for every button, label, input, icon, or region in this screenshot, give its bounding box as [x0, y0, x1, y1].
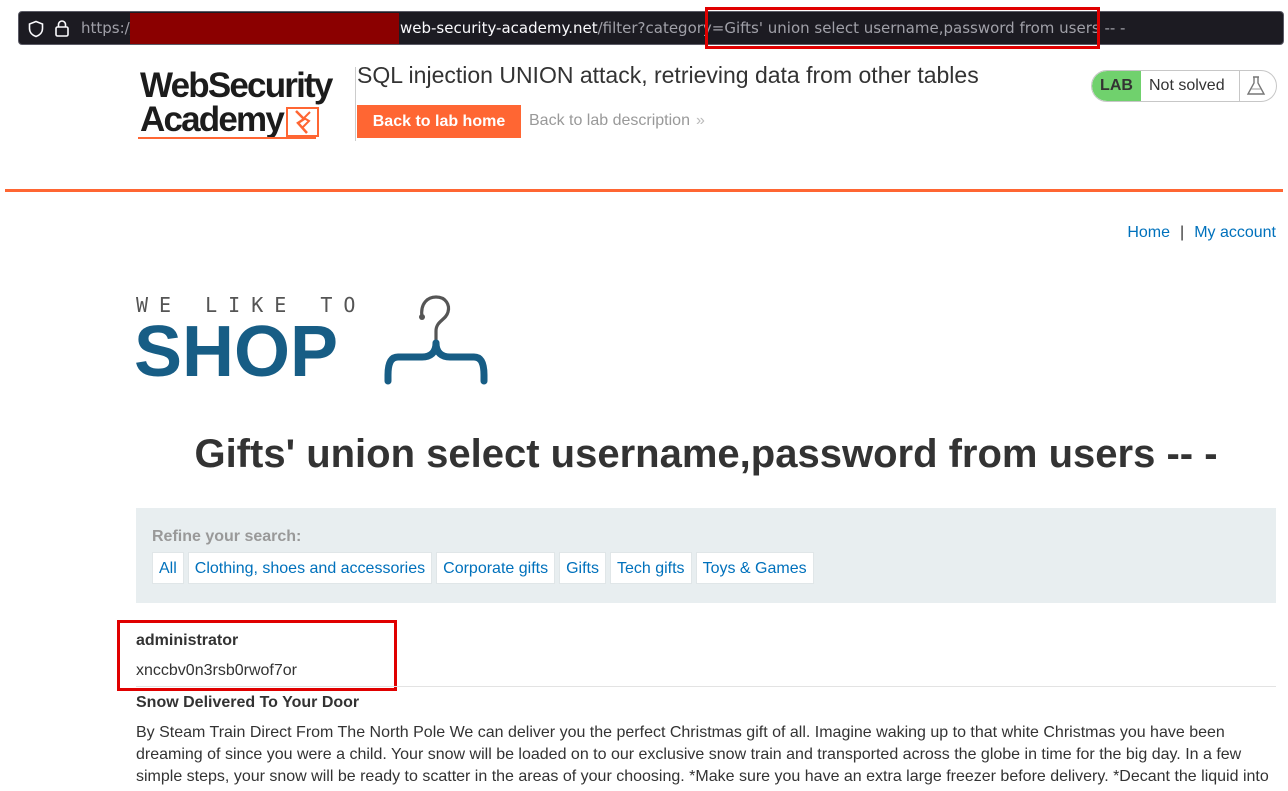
- logo-line1: WebSecurity: [140, 66, 333, 105]
- home-link[interactable]: Home: [1127, 224, 1170, 241]
- lab-badge: LAB: [1092, 71, 1141, 101]
- my-account-link[interactable]: My account: [1194, 224, 1276, 241]
- web-security-academy-logo[interactable]: WebSecurity Academy: [136, 66, 346, 142]
- back-to-lab-description-link[interactable]: Back to lab description »: [529, 112, 705, 130]
- refine-search-panel: Refine your search: All Clothing, shoes …: [136, 508, 1276, 603]
- filter-corporate-gifts[interactable]: Corporate gifts: [436, 552, 556, 584]
- header-rule: [5, 189, 1283, 192]
- url-scheme: https://: [81, 19, 135, 37]
- browser-toolbar: https:// web-security-academy.net/filter…: [0, 0, 1288, 56]
- nav-separator: |: [1180, 224, 1185, 241]
- product-title: Snow Delivered To Your Door: [136, 694, 360, 711]
- url-payload-highlight: [705, 7, 1100, 49]
- product-description: By Steam Train Direct From The North Pol…: [136, 724, 1269, 785]
- lab-status-widget: LAB Not solved: [1091, 70, 1277, 102]
- row-divider: [136, 686, 1276, 687]
- back-to-lab-description-label: Back to lab description: [529, 112, 690, 129]
- refine-search-label: Refine your search:: [152, 528, 302, 545]
- redacted-subdomain: [130, 13, 399, 44]
- credentials-highlight: [117, 620, 397, 691]
- shop-logo-wordmark: SHOP: [134, 312, 339, 392]
- lab-title: SQL injection UNION attack, retrieving d…: [357, 62, 979, 88]
- hanger-icon: [384, 295, 488, 385]
- flask-icon: [1246, 76, 1266, 95]
- category-filters: All Clothing, shoes and accessories Corp…: [152, 552, 814, 584]
- logo-underline: [138, 137, 316, 139]
- shop-logo: WE LIKE TO SHOP: [134, 293, 496, 392]
- filter-toys-games[interactable]: Toys & Games: [695, 552, 814, 584]
- filter-all[interactable]: All: [152, 552, 184, 584]
- lock-icon[interactable]: [54, 19, 70, 37]
- double-chevron-right-icon: »: [695, 112, 705, 129]
- logo-line2: Academy: [140, 100, 285, 139]
- academy-bolt-icon: [286, 107, 319, 137]
- url-host-text: web-security-academy.net: [400, 19, 598, 37]
- lab-status-text: Not solved: [1149, 77, 1225, 94]
- filter-gifts[interactable]: Gifts: [559, 552, 606, 584]
- header-divider: [355, 67, 356, 141]
- back-to-lab-home-button[interactable]: Back to lab home: [357, 105, 521, 138]
- status-divider: [1239, 71, 1240, 101]
- shield-icon[interactable]: [27, 20, 45, 38]
- filter-tech-gifts[interactable]: Tech gifts: [609, 552, 692, 584]
- top-navigation: Home | My account: [1127, 224, 1276, 242]
- category-heading: Gifts' union select username,password fr…: [194, 432, 1218, 476]
- filter-clothing[interactable]: Clothing, shoes and accessories: [187, 552, 433, 584]
